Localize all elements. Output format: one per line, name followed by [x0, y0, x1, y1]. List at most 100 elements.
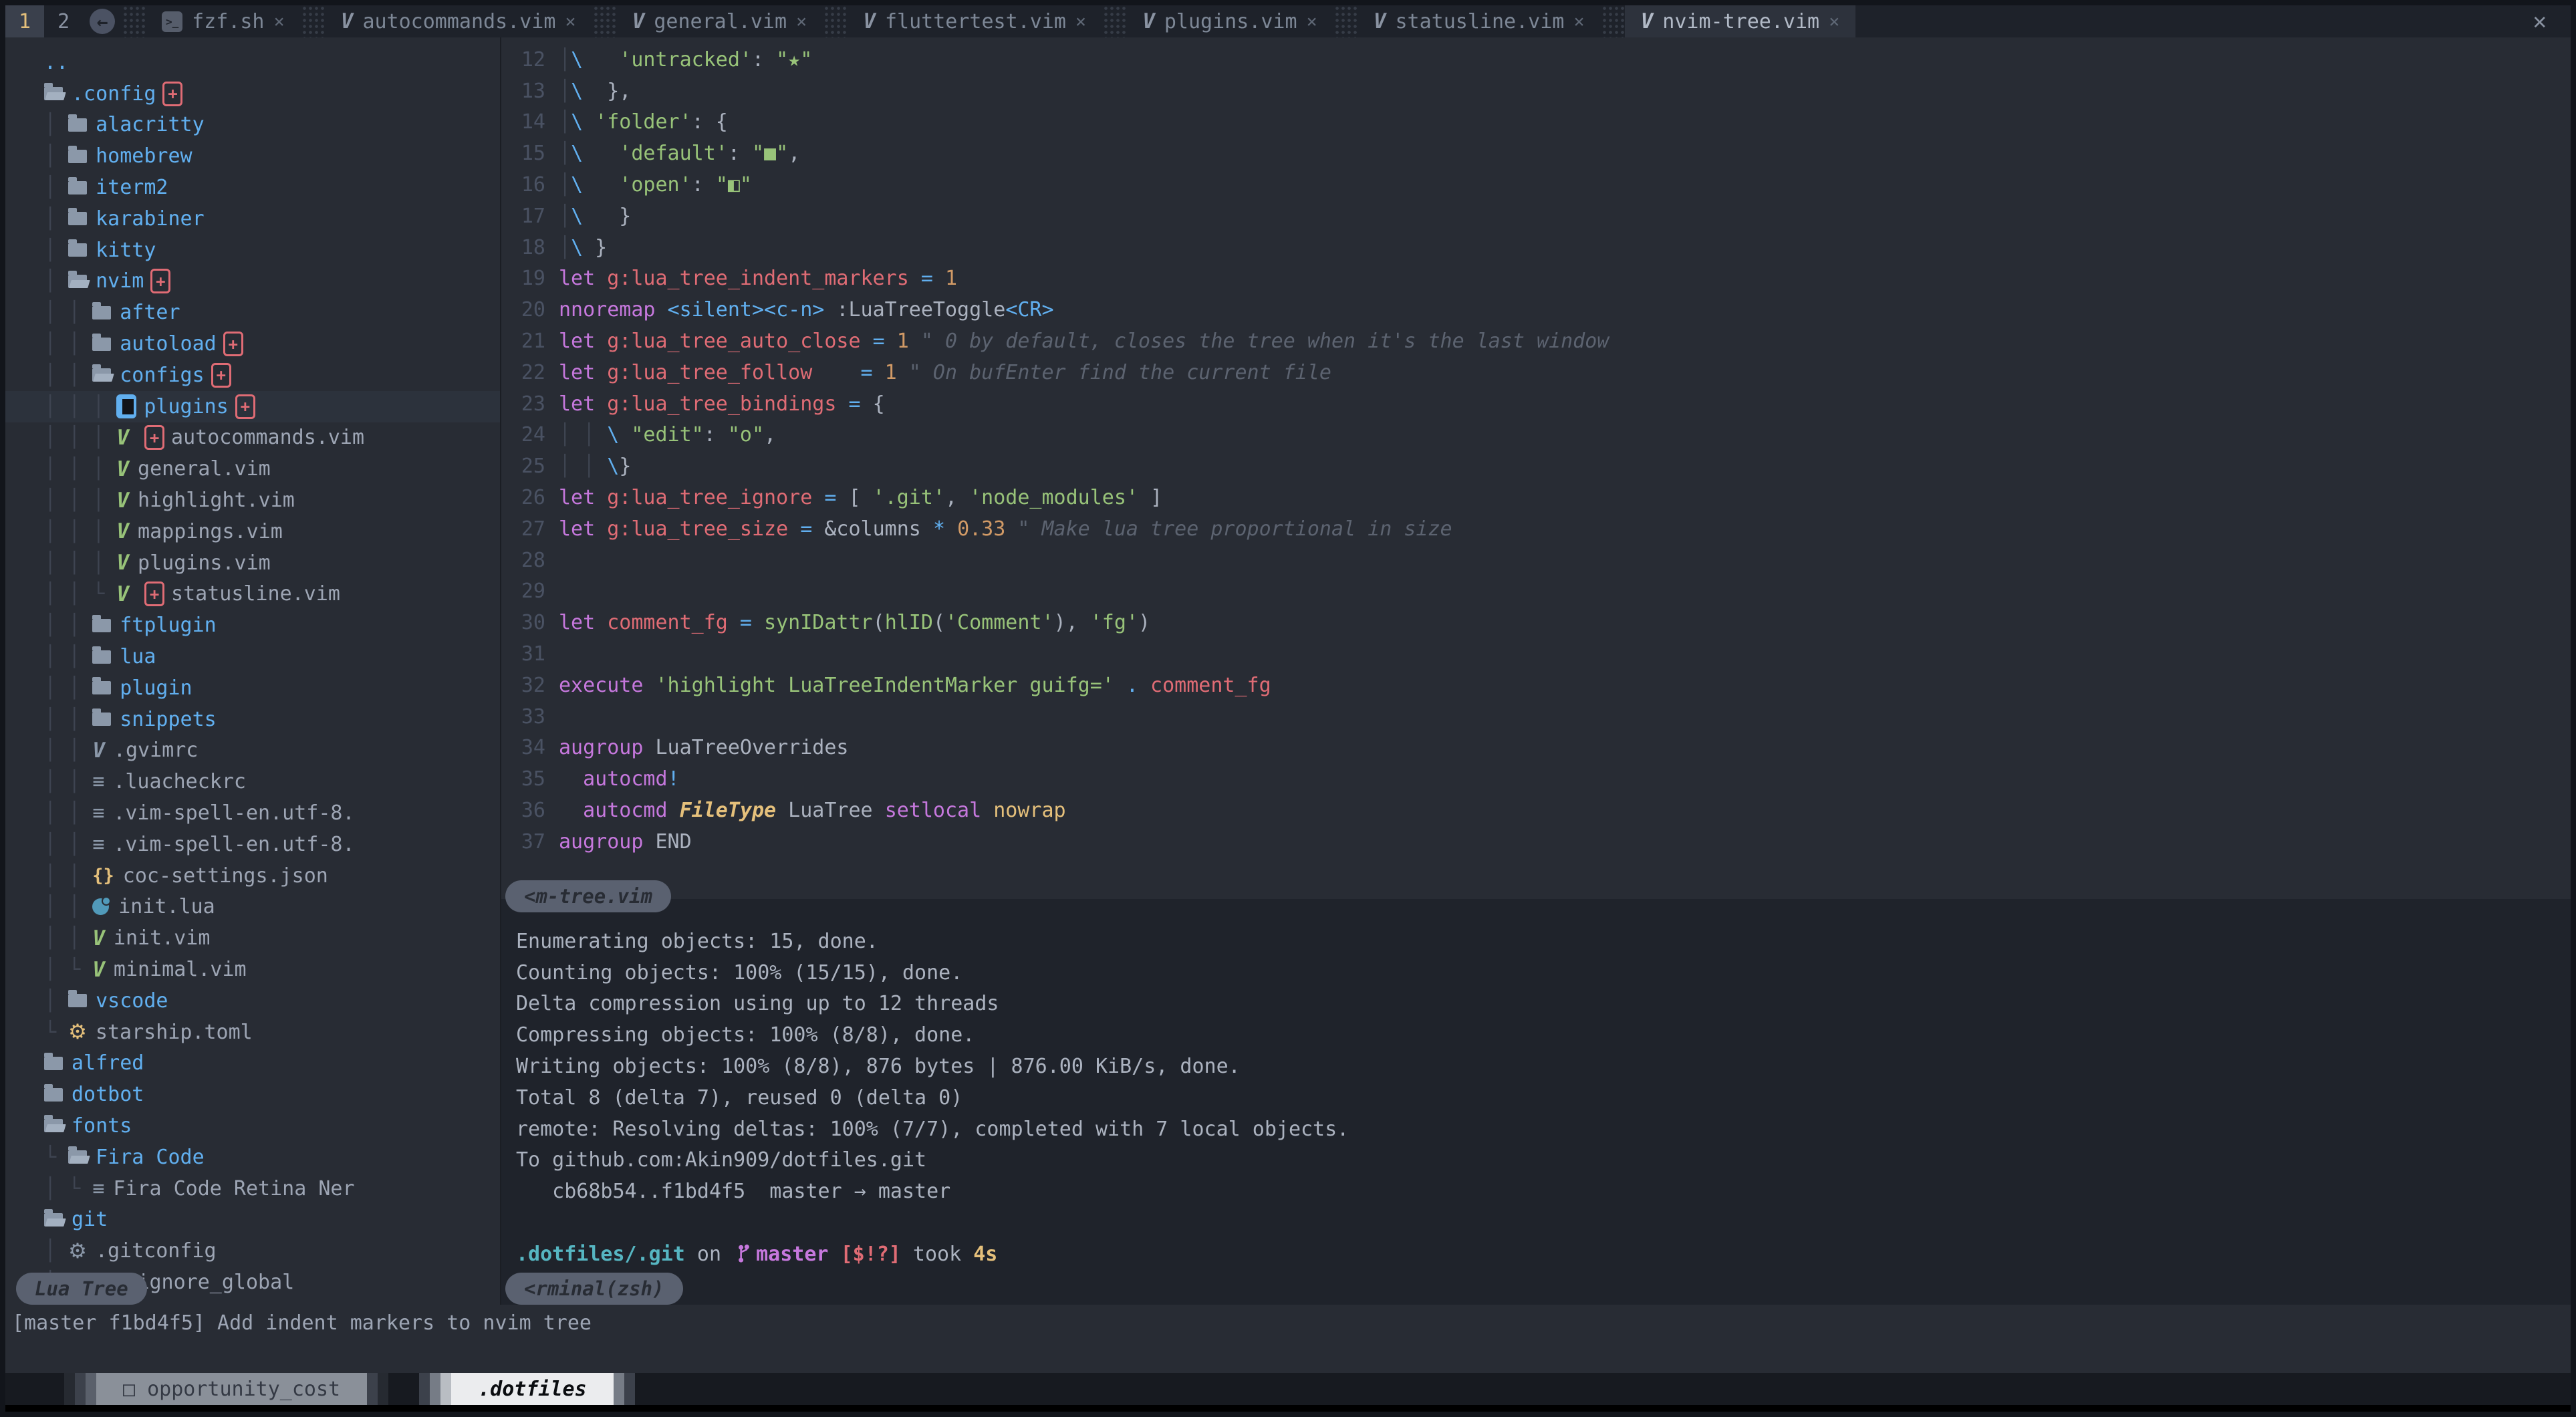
tab-fluttertest.vim[interactable]: Vfluttertest.vim× [847, 5, 1102, 37]
tree-item[interactable]: │ │ Vinit.vim [5, 922, 500, 954]
tree-item[interactable]: │ │ │ Vmappings.vim [5, 516, 500, 547]
tmux-window-opportunity_cost[interactable]: □ opportunity_cost [64, 1373, 388, 1405]
tree-item-label: karabiner [96, 207, 205, 231]
tree-item[interactable]: │ │ └ V+statusline.vim [5, 579, 500, 610]
gear-icon: ⚙ [68, 1239, 87, 1263]
line-number: 36 [501, 799, 559, 822]
tree-indent-guide: │ │ [44, 739, 92, 762]
tab-close-icon[interactable]: × [274, 11, 285, 32]
tree-item[interactable]: │ │ ftplugin [5, 610, 500, 641]
tab-fzf.sh[interactable]: >_fzf.sh× [146, 5, 301, 37]
tree-indent-guide: └ [44, 1146, 68, 1169]
tree-item[interactable]: └ Fira Code [5, 1142, 500, 1173]
tree-indent-guide: └ [44, 1021, 68, 1044]
tree-item[interactable]: │ homebrew [5, 140, 500, 172]
folder-icon [92, 306, 111, 319]
terminal-icon: >_ [162, 11, 182, 32]
tree-item[interactable]: │ │ │ plugins+ [5, 391, 500, 422]
line-number: 34 [501, 736, 559, 759]
app-window: 1 2 ← >_fzf.sh×Vautocommands.vim×Vgenera… [0, 0, 2576, 1417]
tab-close-icon[interactable]: × [1573, 11, 1584, 32]
tree-item[interactable]: │ │ │ Vhighlight.vim [5, 485, 500, 516]
tmux-window-.dotfiles[interactable]: .dotfiles [419, 1373, 635, 1405]
code-line: 34augroup LuaTreeOverrides [501, 733, 2571, 764]
code-line: 28 [501, 545, 2571, 576]
folder-open-icon [44, 1119, 63, 1132]
folder-icon [92, 650, 111, 664]
bottom-edge [5, 1405, 2571, 1412]
tree-item[interactable]: │ │ ≡.luacheckrc [5, 766, 500, 797]
tree-item[interactable]: fonts [5, 1110, 500, 1142]
code-line: 27let g:lua_tree_size = &columns * 0.33 … [501, 513, 2571, 545]
tmux-window-number-2[interactable]: 2 [44, 5, 83, 37]
text-file-icon: ≡ [92, 833, 104, 856]
tree-item[interactable]: │ │ {}coc-settings.json [5, 860, 500, 892]
terminal-line: Compressing objects: 100% (8/8), done. [516, 1019, 2571, 1051]
tree-item[interactable]: │ │ configs+ [5, 360, 500, 391]
tree-item[interactable]: │ karabiner [5, 203, 500, 235]
terminal-line: cb68b54..f1bd4f5 master → master [516, 1176, 2571, 1207]
history-back-icon[interactable]: ← [90, 9, 115, 34]
tree-indent-guide: │ │ └ [44, 582, 116, 606]
tree-item[interactable]: │ │ snippets [5, 704, 500, 735]
tree-item[interactable]: │ ⚙.gitconfig [5, 1235, 500, 1267]
editor-buffer[interactable]: 12│\ 'untracked': "★"13│\ },14│\ 'folder… [501, 37, 2571, 899]
tree-item[interactable]: │ │ lua [5, 641, 500, 672]
tree-item[interactable]: alfred [5, 1048, 500, 1079]
terminal-pane[interactable]: <m-tree.vim Enumerating objects: 15, don… [501, 899, 2571, 1305]
tab-close-icon[interactable]: × [565, 11, 575, 32]
tree-item[interactable]: │ iterm2 [5, 172, 500, 203]
line-number: 28 [501, 549, 559, 572]
tree-item[interactable]: │ │ V.gvimrc [5, 735, 500, 767]
tree-item[interactable]: .. [5, 47, 500, 78]
tab-statusline.vim[interactable]: Vstatusline.vim× [1358, 5, 1601, 37]
line-number: 33 [501, 705, 559, 729]
tab-general.vim[interactable]: Vgeneral.vim× [616, 5, 823, 37]
tab-close-icon[interactable]: × [1829, 11, 1839, 32]
cursor-folder-icon [116, 394, 136, 418]
tab-separator-dots [1601, 5, 1624, 37]
folder-icon [68, 150, 87, 163]
tree-item[interactable]: └ ⚙starship.toml [5, 1017, 500, 1048]
tab-close-icon[interactable]: × [1075, 11, 1086, 32]
tree-item[interactable]: │ alacritty [5, 110, 500, 141]
terminal-line: Delta compression using up to 12 threads [516, 989, 2571, 1020]
tab-nvim-tree.vim[interactable]: Vnvim-tree.vim× [1625, 5, 1856, 37]
tree-item[interactable]: │ └ Vminimal.vim [5, 954, 500, 985]
tree-item[interactable]: │ │ init.lua [5, 892, 500, 923]
tree-item[interactable]: │ │ ≡.vim-spell-en.utf-8. [5, 797, 500, 829]
tree-indent-guide: │ │ │ [44, 426, 116, 449]
code-line: 21let g:lua_tree_auto_close = 1 " 0 by d… [501, 326, 2571, 357]
tab-autocommands.vim[interactable]: Vautocommands.vim× [325, 5, 592, 37]
tree-item[interactable]: │ └ ≡Fira Code Retina Ner [5, 1173, 500, 1204]
tree-item[interactable]: git [5, 1204, 500, 1235]
tree-item[interactable]: │ │ after [5, 297, 500, 328]
json-file-icon: {} [92, 866, 114, 886]
tree-item[interactable]: │ vscode [5, 985, 500, 1017]
tree-indent-guide: │ [44, 144, 68, 168]
tree-item[interactable]: │ nvim+ [5, 266, 500, 297]
tree-item[interactable]: │ │ autoload+ [5, 328, 500, 360]
tree-item[interactable]: │ │ │ V+autocommands.vim [5, 422, 500, 454]
tree-item[interactable]: │ │ plugin [5, 672, 500, 704]
text-file-icon: ≡ [92, 770, 104, 793]
tree-indent-guide: │ │ [44, 864, 92, 888]
tmux-window-number-1[interactable]: 1 [5, 5, 44, 37]
tree-item[interactable]: │ │ │ Vgeneral.vim [5, 453, 500, 485]
line-number: 20 [501, 298, 559, 321]
tab-close-icon[interactable]: × [1307, 11, 1317, 32]
tree-item[interactable]: dotbot [5, 1079, 500, 1110]
line-number: 37 [501, 830, 559, 854]
tab-label: autocommands.vim [362, 10, 555, 33]
close-all-icon[interactable]: ✕ [2509, 5, 2571, 37]
tab-close-icon[interactable]: × [796, 11, 807, 32]
terminal-statusline-pill: <rminal(zsh) [505, 1273, 683, 1305]
tree-item[interactable]: │ kitty [5, 235, 500, 266]
code-line: 23let g:lua_tree_bindings = { [501, 388, 2571, 420]
gear-icon: ⚙ [68, 1020, 87, 1044]
tree-item[interactable]: │ │ │ Vplugins.vim [5, 547, 500, 579]
tree-item[interactable]: │ │ ≡.vim-spell-en.utf-8. [5, 829, 500, 860]
tree-item[interactable]: .config+ [5, 78, 500, 110]
tab-plugins.vim[interactable]: Vplugins.vim× [1126, 5, 1333, 37]
tree-indent-guide: │ │ │ [44, 395, 116, 418]
